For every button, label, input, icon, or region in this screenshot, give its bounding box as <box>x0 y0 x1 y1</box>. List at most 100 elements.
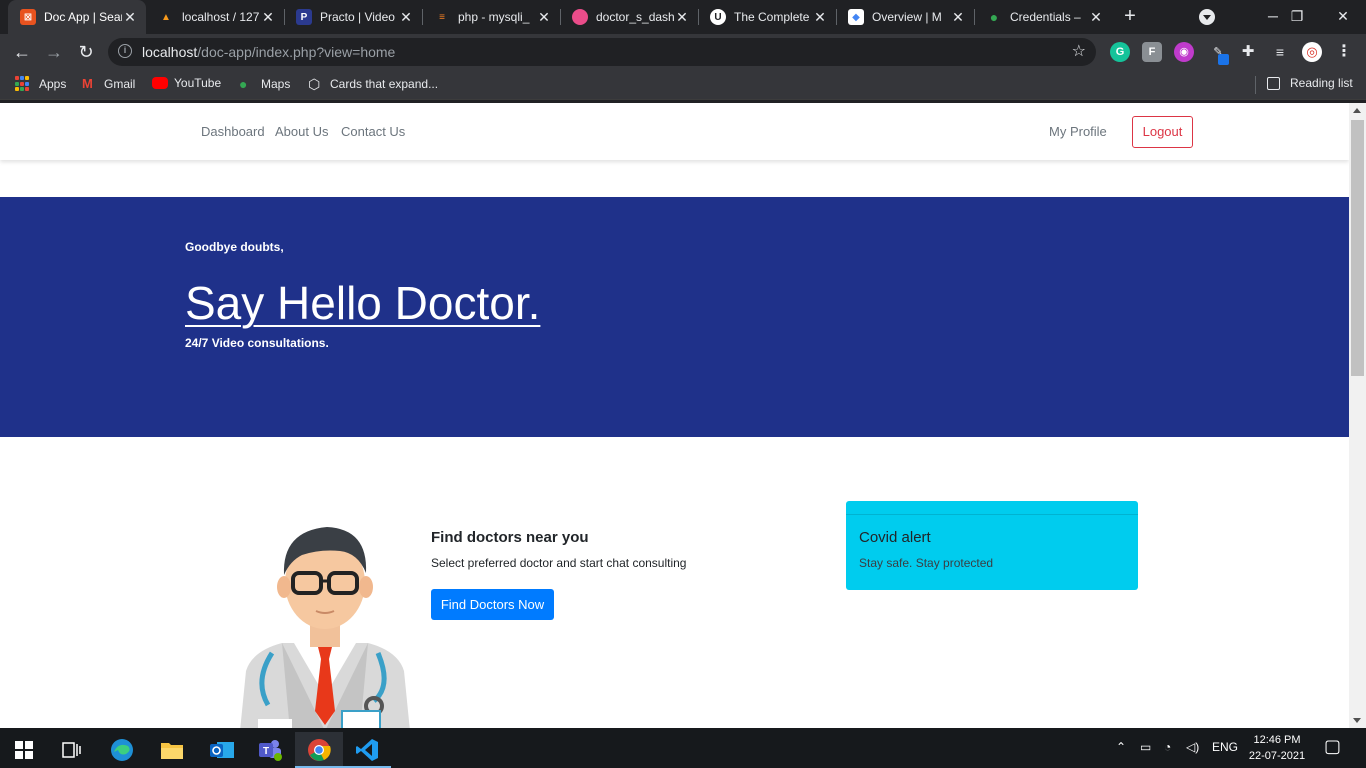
url-text[interactable]: localhost/doc-app/index.php?view=home <box>142 44 395 60</box>
tab-title: Doc App | Search <box>44 10 122 24</box>
edge-taskbar-button[interactable] <box>98 732 146 768</box>
maps-pin-favicon-icon: ● <box>986 9 1002 25</box>
tab-strip: ⊠ Doc App | Search ✕ ▲ localhost / 127.0… <box>0 0 1366 34</box>
dribbble-favicon-icon <box>572 9 588 25</box>
tab-udemy[interactable]: U The Complete ✕ <box>698 0 836 34</box>
extension-pink-icon[interactable]: ◉ <box>1174 42 1194 62</box>
forward-button[interactable]: → <box>42 40 66 64</box>
logout-button[interactable]: Logout <box>1132 116 1193 148</box>
file-explorer-icon <box>161 743 183 759</box>
tab-stackoverflow[interactable]: ≡ php - mysqli_ ✕ <box>422 0 560 34</box>
maximize-button[interactable]: ❐ <box>1274 0 1320 34</box>
media-icon[interactable]: ≡ <box>1270 42 1290 62</box>
outlook-button[interactable] <box>198 732 246 768</box>
edge-icon <box>111 739 133 761</box>
maps-pin-icon: ● <box>239 76 248 92</box>
tab-title: doctor_s_dash <box>596 10 674 24</box>
reading-list-button[interactable]: Reading list <box>1267 76 1353 90</box>
hero-title: Say Hello Doctor. <box>185 277 541 329</box>
tab-practo[interactable]: P Practo | Video ✕ <box>284 0 422 34</box>
stackoverflow-favicon-icon: ≡ <box>434 9 450 25</box>
new-tab-button[interactable]: + <box>1118 4 1142 28</box>
task-view-button[interactable] <box>48 732 96 768</box>
nav-dashboard-link[interactable]: Dashboard <box>201 124 265 139</box>
puzzle-icon[interactable]: ✚ <box>1238 42 1258 62</box>
nav-profile-link[interactable]: My Profile <box>1049 124 1107 139</box>
close-tab-icon[interactable]: ✕ <box>260 9 276 26</box>
tab-title: Credentials – <box>1010 10 1081 24</box>
grammarly-icon[interactable]: G <box>1110 42 1130 62</box>
start-button[interactable] <box>0 732 48 768</box>
tab-google-cloud-overview[interactable]: ◆ Overview | M ✕ <box>836 0 974 34</box>
close-tab-icon[interactable]: ✕ <box>812 9 828 26</box>
address-bar[interactable]: i localhost/doc-app/index.php?view=home … <box>108 38 1096 66</box>
google-cloud-favicon-icon: ◆ <box>848 9 864 25</box>
tab-phpmyadmin[interactable]: ▲ localhost / 127.0.0.1 ✕ <box>146 0 284 34</box>
site-info-icon[interactable]: i <box>118 44 132 58</box>
nav-about-link[interactable]: About Us <box>275 124 328 139</box>
notification-center-icon[interactable]: ▢ <box>1324 736 1341 757</box>
scroll-up-icon[interactable] <box>1353 108 1361 113</box>
tab-search-icon[interactable] <box>1199 9 1215 25</box>
bookmark-cards[interactable]: ⬡ Cards that expand... <box>308 76 438 92</box>
scroll-down-icon[interactable] <box>1353 718 1361 723</box>
tab-credentials[interactable]: ● Credentials – ✕ <box>974 0 1112 34</box>
close-window-button[interactable]: ✕ <box>1320 0 1366 34</box>
tab-dribbble[interactable]: doctor_s_dash ✕ <box>560 0 698 34</box>
bookmark-label: Gmail <box>104 77 136 91</box>
tab-doc-app[interactable]: ⊠ Doc App | Search ✕ <box>8 0 146 34</box>
battery-icon[interactable]: ▭ <box>1140 740 1151 754</box>
close-tab-icon[interactable]: ✕ <box>1088 9 1104 26</box>
close-tab-icon[interactable]: ✕ <box>122 9 138 26</box>
chrome-taskbar-button[interactable] <box>295 732 343 768</box>
system-clock[interactable]: 12:46 PM 22-07-2021 <box>1246 732 1308 764</box>
profile-avatar-icon[interactable]: ◎ <box>1302 42 1322 62</box>
page-scrollbar[interactable] <box>1349 103 1366 728</box>
reload-button[interactable]: ↻ <box>74 40 98 64</box>
reading-list-label: Reading list <box>1290 76 1353 90</box>
back-button[interactable]: ← <box>10 40 34 64</box>
doctor-illustration <box>240 527 410 728</box>
bookmark-label: Cards that expand... <box>330 77 439 91</box>
nav-contact-link[interactable]: Contact Us <box>341 124 405 139</box>
close-tab-icon[interactable]: ✕ <box>950 9 966 26</box>
bookmark-star-icon[interactable]: ☆ <box>1072 41 1086 61</box>
wifi-icon[interactable]: ◔ <box>1164 740 1171 754</box>
bookmark-label: YouTube <box>174 76 222 90</box>
bookmark-divider <box>1255 76 1256 94</box>
file-explorer-button[interactable] <box>148 732 196 768</box>
youtube-icon <box>152 77 168 89</box>
task-view-icon <box>62 742 81 758</box>
site-navbar: Dashboard About Us Contact Us My Profile… <box>0 103 1349 160</box>
find-doctors-button[interactable]: Find Doctors Now <box>431 589 554 620</box>
scrollbar-thumb[interactable] <box>1351 120 1364 376</box>
tab-title: localhost / 127.0.0.1 <box>182 10 260 24</box>
teams-button[interactable]: T <box>246 732 294 768</box>
udemy-favicon-icon: U <box>710 9 726 25</box>
practo-favicon-icon: P <box>296 9 312 25</box>
teams-icon: T <box>259 740 282 761</box>
tab-title: The Complete <box>734 10 810 24</box>
bookmark-gmail[interactable]: M Gmail <box>82 76 135 92</box>
bookmark-maps[interactable]: ● Maps <box>239 76 290 92</box>
url-path: /doc-app/index.php?view=home <box>197 44 396 60</box>
tab-title: Overview | M <box>872 10 942 24</box>
clock-date: 22-07-2021 <box>1248 750 1306 762</box>
page-viewport: Dashboard About Us Contact Us My Profile… <box>0 103 1349 728</box>
close-tab-icon[interactable]: ✕ <box>398 9 414 26</box>
language-indicator[interactable]: ENG <box>1212 740 1238 754</box>
close-tab-icon[interactable]: ✕ <box>536 9 552 26</box>
vscode-taskbar-button[interactable] <box>343 732 391 768</box>
apps-grid-icon <box>15 76 31 92</box>
menu-icon[interactable]: ⋮ <box>1334 42 1354 62</box>
hero-subtitle: 24/7 Video consultations. <box>185 336 329 350</box>
show-hidden-icons-button[interactable]: ⌃ <box>1116 740 1126 754</box>
close-tab-icon[interactable]: ✕ <box>674 9 690 26</box>
extension-gray-icon[interactable]: F <box>1142 42 1162 62</box>
bookmark-youtube[interactable]: YouTube <box>152 76 221 90</box>
volume-icon[interactable]: ◁) <box>1186 740 1199 754</box>
find-doctors-title: Find doctors near you <box>431 529 589 546</box>
windows-taskbar: T ⌃ ▭ ◔ ◁) ENG 12:46 PM 22-07-2021 ▢ <box>0 728 1366 768</box>
bookmark-apps[interactable]: Apps <box>15 76 66 92</box>
find-doctors-description: Select preferred doctor and start chat c… <box>431 556 687 570</box>
